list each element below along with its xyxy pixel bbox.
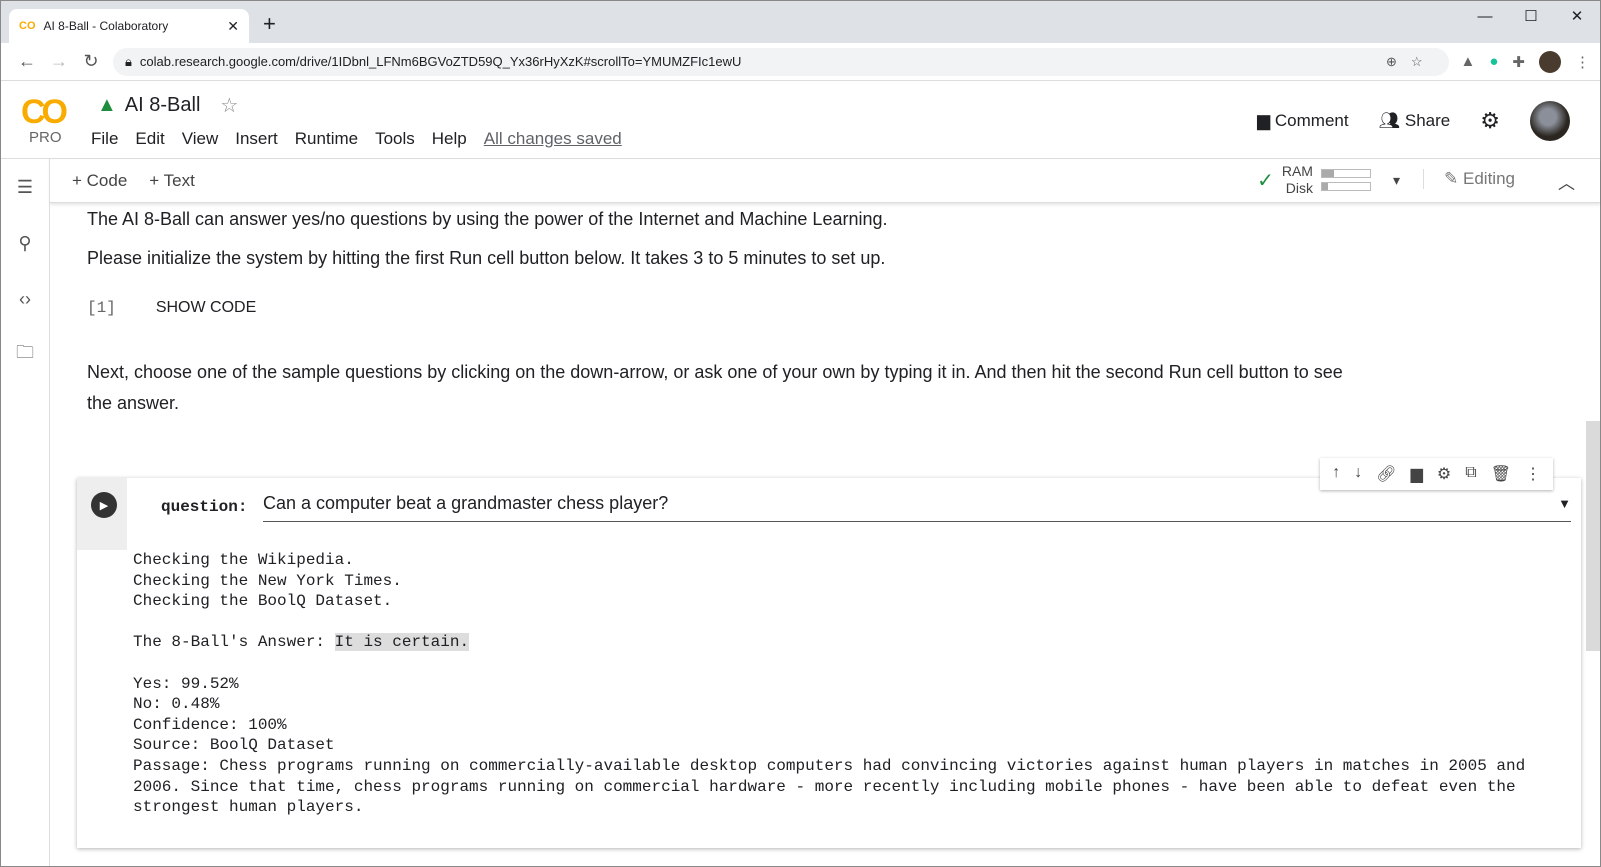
colab-logo: CO xyxy=(21,93,68,131)
people-icon: 👥︎ xyxy=(1378,111,1405,130)
menu-runtime[interactable]: Runtime xyxy=(295,129,358,149)
cell-gutter: ▶ xyxy=(77,478,127,550)
add-code-button[interactable]: + Code xyxy=(72,171,127,191)
browser-tab-bar: CO AI 8-Ball - Colaboratory ✕ + — ☐ ✕ xyxy=(1,1,1600,43)
run-cell-button[interactable]: ▶ xyxy=(91,492,117,518)
share-button[interactable]: 👥︎ Share xyxy=(1379,111,1451,131)
ram-bar xyxy=(1320,169,1371,178)
close-tab-icon[interactable]: ✕ xyxy=(227,18,239,35)
dropdown-arrow-icon[interactable]: ▼ xyxy=(1558,496,1571,511)
resources-indicator[interactable]: ✓ RAM Disk ▾ xyxy=(1257,163,1400,197)
menu-view[interactable]: View xyxy=(182,129,219,149)
menu-file[interactable]: File xyxy=(91,129,118,149)
bookmark-star-icon[interactable]: ☆ xyxy=(1411,54,1437,69)
drive-extension-icon[interactable]: ▲ xyxy=(1461,53,1476,70)
close-window-button[interactable]: ✕ xyxy=(1554,1,1600,31)
star-icon[interactable]: ☆ xyxy=(220,93,238,118)
url-input[interactable]: 🔒︎ colab.research.google.com/drive/1IDbnl… xyxy=(113,47,1449,76)
editing-mode-button[interactable]: ✎ Editing xyxy=(1423,169,1515,189)
move-up-icon[interactable]: ↑ xyxy=(1332,464,1340,484)
scrollbar-thumb[interactable] xyxy=(1586,421,1600,651)
address-bar-row: ← → ↻ 🔒︎ colab.research.google.com/drive/… xyxy=(1,43,1600,81)
intro-text-1: The AI 8-Ball can answer yes/no question… xyxy=(87,209,888,229)
question-value: Can a computer beat a grandmaster chess … xyxy=(263,493,669,513)
save-status-link[interactable]: All changes saved xyxy=(484,129,622,149)
minimize-button[interactable]: — xyxy=(1462,1,1508,31)
files-folder-icon[interactable]: 🗀 xyxy=(1,327,49,383)
show-code-button[interactable]: SHOW CODE xyxy=(156,299,256,317)
ram-label: RAM xyxy=(1281,163,1313,179)
cell-execution-count: [1] xyxy=(87,299,116,317)
cell-output: Checking the Wikipedia. Checking the New… xyxy=(133,550,1533,818)
extensions-puzzle-icon[interactable]: ✚ xyxy=(1512,53,1525,71)
notebook-title[interactable]: AI 8-Ball xyxy=(125,94,201,117)
table-of-contents-icon[interactable]: ☰ xyxy=(1,159,49,215)
maximize-button[interactable]: ☐ xyxy=(1508,1,1554,31)
account-avatar[interactable] xyxy=(1530,101,1570,141)
cell-settings-icon[interactable]: ⚙ xyxy=(1437,464,1451,484)
pencil-icon: ✎ xyxy=(1444,169,1464,188)
collapse-header-icon[interactable]: ︿ xyxy=(1558,169,1575,194)
menu-tools[interactable]: Tools xyxy=(375,129,415,149)
question-cell: ↑ ↓ 🔗︎ ▆ ⚙ ⧉ 🗑︎ ⋮ ▶ question: Can a computer be… xyxy=(77,458,1581,848)
new-tab-button[interactable]: + xyxy=(263,11,276,37)
colab-header: CO PRO ▲ AI 8-Ball ☆ File Edit View Insert… xyxy=(1,81,1600,159)
connected-check-icon: ✓ xyxy=(1257,169,1274,192)
browser-tab[interactable]: CO AI 8-Ball - Colaboratory ✕ xyxy=(9,9,249,43)
question-combobox[interactable]: Can a computer beat a grandmaster chess … xyxy=(263,486,1571,522)
browser-menu-icon[interactable]: ⋮ xyxy=(1575,53,1590,71)
grammarly-extension-icon[interactable]: ● xyxy=(1489,53,1498,70)
back-button[interactable]: ← xyxy=(11,51,43,72)
question-label: question: xyxy=(161,498,248,516)
code-snippets-icon[interactable]: ‹› xyxy=(1,271,49,327)
zoom-icon[interactable]: ⊕ xyxy=(1386,54,1411,69)
answer-highlight: It is certain. xyxy=(334,633,470,652)
pro-badge: PRO xyxy=(29,129,62,146)
move-down-icon[interactable]: ↓ xyxy=(1354,464,1362,484)
instructions-text: Next, choose one of the sample questions… xyxy=(87,362,1343,413)
disk-label: Disk xyxy=(1285,180,1313,196)
add-text-button[interactable]: + Text xyxy=(149,171,195,191)
mirror-cell-icon[interactable]: ⧉ xyxy=(1465,464,1476,484)
settings-gear-icon[interactable]: ⚙ xyxy=(1480,108,1500,134)
output-details: Yes: 99.52% No: 0.48% Confidence: 100% S… xyxy=(133,674,1526,817)
lock-icon: 🔒︎ xyxy=(125,53,132,69)
tab-title: AI 8-Ball - Colaboratory xyxy=(43,19,169,33)
colab-favicon-icon: CO xyxy=(19,20,36,32)
intro-text-2: Please initialize the system by hitting … xyxy=(87,248,886,268)
delete-cell-icon[interactable]: 🗑︎ xyxy=(1491,464,1511,484)
notebook-toolbar: + Code + Text ✓ RAM Disk ▾ ✎ Editing ︿ xyxy=(50,159,1600,203)
menu-help[interactable]: Help xyxy=(432,129,467,149)
drive-icon: ▲ xyxy=(97,94,117,116)
disk-bar xyxy=(1320,182,1371,191)
more-options-icon[interactable]: ⋮ xyxy=(1525,464,1541,484)
left-sidebar: ☰ ⚲ ‹› 🗀 xyxy=(1,159,50,866)
profile-avatar[interactable] xyxy=(1539,50,1561,73)
resources-dropdown-icon[interactable]: ▾ xyxy=(1393,172,1400,189)
search-icon[interactable]: ⚲ xyxy=(1,215,49,271)
menu-edit[interactable]: Edit xyxy=(135,129,164,149)
comment-cell-icon[interactable]: ▆ xyxy=(1411,464,1423,484)
menu-insert[interactable]: Insert xyxy=(235,129,278,149)
comment-icon: ▆ xyxy=(1257,111,1275,130)
url-text: colab.research.google.com/drive/1IDbnl_L… xyxy=(139,54,742,69)
forward-button[interactable]: → xyxy=(43,51,75,72)
comment-button[interactable]: ▆ Comment xyxy=(1257,111,1348,131)
reload-button[interactable]: ↻ xyxy=(75,51,107,72)
link-icon[interactable]: 🔗︎ xyxy=(1376,464,1396,484)
